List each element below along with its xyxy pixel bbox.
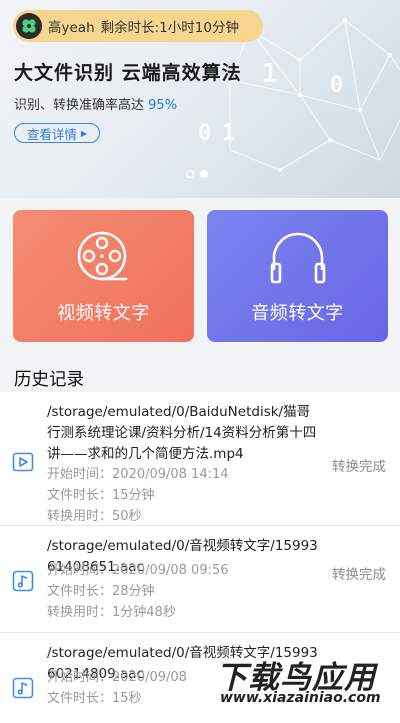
site-watermark: 下载鸟应用 www.xiazainiao.com	[212, 648, 400, 711]
file-duration: 文件时长：28分钟	[47, 584, 155, 599]
clover-avatar-icon	[16, 13, 42, 39]
file-path: /storage/emulated/0/BaiduNetdisk/猫哥行测系统理…	[47, 404, 317, 462]
play-arrow-icon: ▶	[80, 128, 88, 138]
remaining-time: 剩余时长:1小时10分钟	[100, 20, 239, 36]
headphones-icon	[270, 232, 326, 284]
status-label: 转换完成	[332, 567, 386, 583]
view-details-button[interactable]: 查看详情 ▶	[14, 123, 100, 143]
video-file-icon	[12, 452, 34, 472]
view-details-label: 查看详情	[26, 126, 77, 142]
conversion-time: 转换用时：1分钟48秒	[47, 605, 176, 620]
deco-digit: 0	[330, 73, 343, 98]
history-item[interactable]: /storage/emulated/0/BaiduNetdisk/猫哥行测系统理…	[0, 392, 400, 525]
banner-subline: 识别、转换准确率高达 95%	[14, 94, 177, 113]
accuracy-value: 95%	[148, 98, 178, 113]
pager-dot-active[interactable]	[200, 170, 208, 178]
banner-pager	[186, 170, 208, 178]
music-note-icon	[12, 570, 34, 592]
audio-to-text-card[interactable]: 音频转文字	[207, 210, 388, 342]
file-duration: 文件时长：15秒	[47, 691, 142, 706]
deco-digit: 0	[198, 121, 211, 146]
audio-to-text-label: 音频转文字	[251, 303, 344, 324]
file-duration: 文件时长：15分钟	[47, 488, 155, 503]
video-to-text-label: 视频转文字	[57, 303, 150, 324]
conversion-time: 转换用时：50秒	[47, 509, 142, 524]
user-name: 高yeah	[48, 20, 95, 36]
video-to-text-card[interactable]: 视频转文字	[13, 210, 194, 342]
deco-digit: 1	[262, 59, 278, 89]
start-time: 开始时间：2020/09/08	[47, 670, 187, 685]
deco-digit: 1	[222, 121, 235, 146]
history-item[interactable]: /storage/emulated/0/音视频转文字/1599361408651…	[0, 526, 400, 632]
watermark-url: www.xiazainiao.com	[220, 690, 381, 706]
banner-subline-text: 识别、转换准确率高达	[14, 98, 145, 113]
history-title: 历史记录	[14, 370, 84, 390]
account-time-pill[interactable]: 高yeah 剩余时长:1小时10分钟	[13, 10, 263, 42]
start-time: 开始时间：2020/09/08 09:56	[47, 563, 229, 578]
banner-headline: 大文件识别 云端高效算法	[14, 62, 242, 84]
status-label: 转换完成	[332, 459, 386, 475]
start-time: 开始时间：2020/09/08 14:14	[47, 467, 229, 482]
promo-banner[interactable]: 1 0 0 1 高yeah 剩余时长:1小时10分钟 大文件识别 云端高效算法 识…	[0, 0, 400, 198]
film-reel-icon	[77, 231, 128, 281]
music-note-icon	[12, 677, 34, 699]
pager-dot[interactable]	[186, 170, 194, 178]
